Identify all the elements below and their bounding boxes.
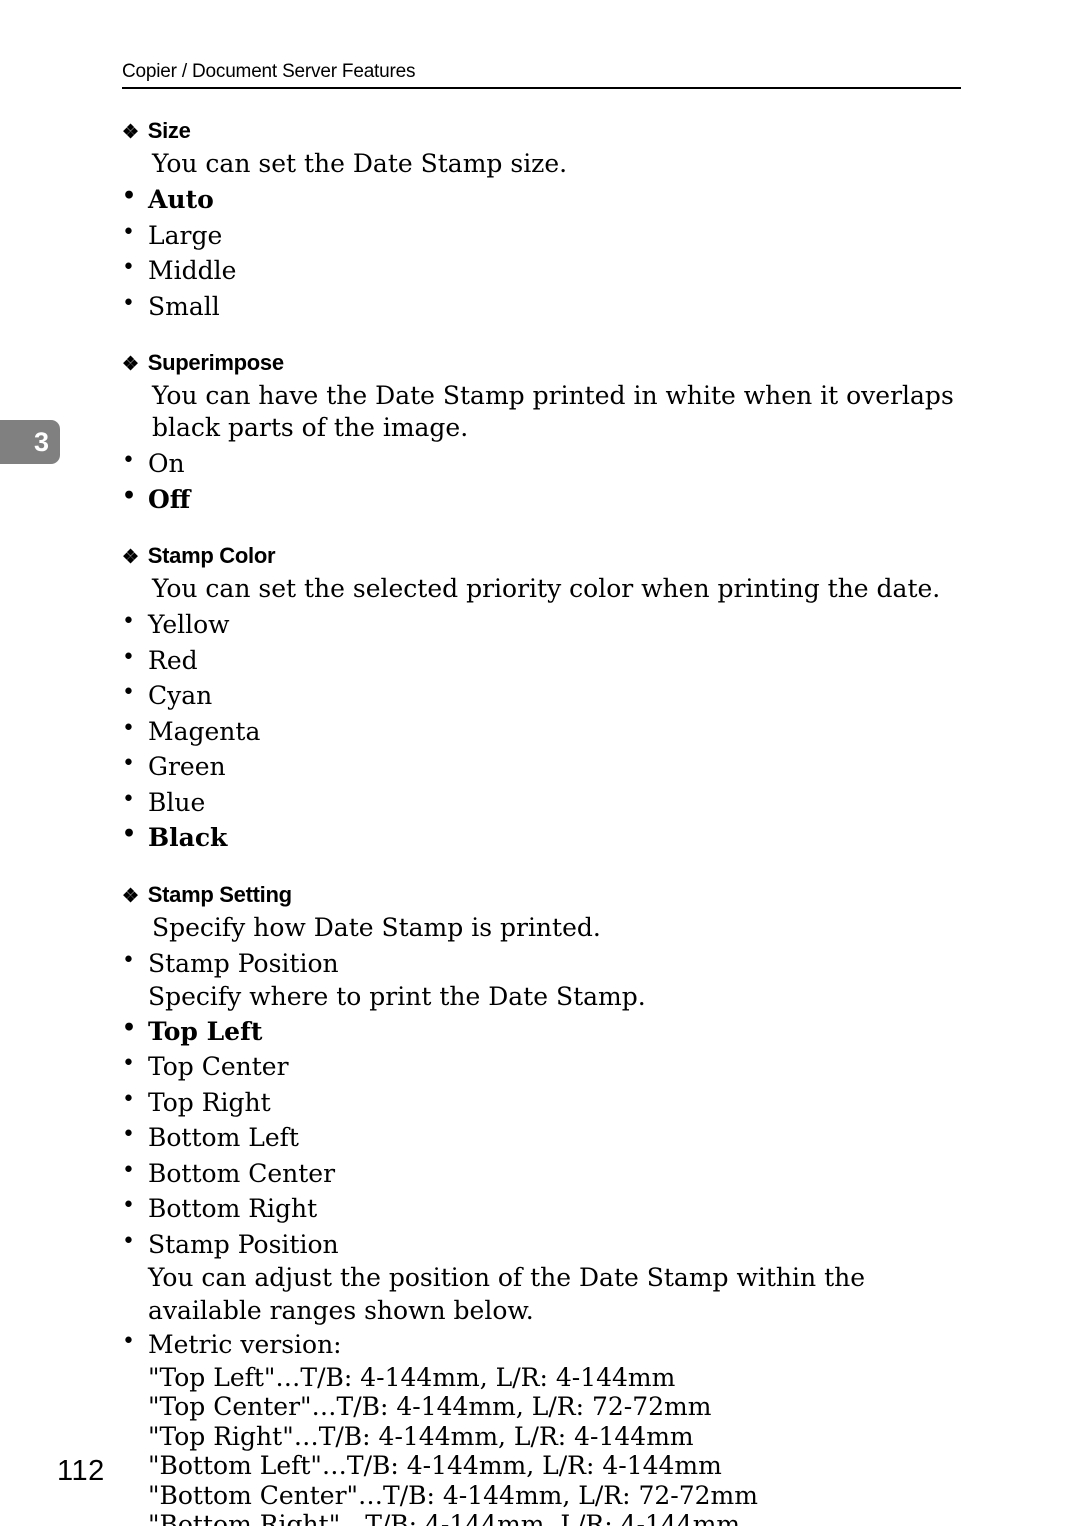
section-heading-size: ❖ Size [122, 118, 967, 144]
list-item: Green [122, 748, 967, 785]
metric-range-line: "Top Left"…T/B: 4-144mm, L/R: 4-144mm [148, 1362, 676, 1392]
list-item: Off [122, 481, 967, 518]
list-item: Magenta [122, 713, 967, 750]
list-item: Yellow [122, 606, 967, 643]
metric-range-list: "Top Left"…T/B: 4-144mm, L/R: 4-144mm "T… [148, 1363, 967, 1526]
header-title: Copier / Document Server Features [122, 61, 416, 82]
section-heading-superimpose: ❖ Superimpose [122, 350, 967, 376]
stamp-position-label: Stamp Position [148, 948, 339, 978]
list-item: Auto [122, 181, 967, 218]
chapter-tab: 3 [0, 420, 60, 464]
page-header: Copier / Document Server Features [122, 61, 962, 89]
stamp-position-options: Top Left Top Center Top Right Bottom Lef… [122, 1013, 967, 1227]
list-item: On [122, 445, 967, 482]
stamp-position-adjust-label: Stamp Position [148, 1229, 339, 1259]
metric-version-group: Metric version: "Top Left"…T/B: 4-144mm,… [122, 1326, 967, 1526]
diamond-icon: ❖ [122, 885, 139, 907]
metric-version-label: Metric version: [148, 1330, 342, 1359]
list-item: Stamp Position Specify where to print th… [122, 945, 967, 1014]
option-list-stamp-color: Yellow Red Cyan Magenta Green Blue Black [122, 606, 967, 856]
metric-range-line: "Bottom Center"…T/B: 4-144mm, L/R: 72-72… [148, 1480, 758, 1510]
list-item: Small [122, 288, 967, 325]
section-heading-label: Stamp Color [147, 543, 276, 568]
stamp-position-adjust-group: Stamp Position You can adjust the positi… [122, 1226, 967, 1328]
section-heading-label: Size [147, 118, 191, 143]
document-page: Copier / Document Server Features 3 ❖ Si… [0, 0, 1080, 1526]
section-heading-label: Stamp Setting [147, 881, 292, 907]
stamp-position-group: Stamp Position Specify where to print th… [122, 945, 967, 1014]
page-number: 112 [57, 1455, 105, 1487]
list-item: Red [122, 642, 967, 679]
metric-range-line: "Top Center"…T/B: 4-144mm, L/R: 72-72mm [148, 1392, 712, 1421]
list-item: Middle [122, 252, 967, 289]
metric-range-line: "Bottom Left"…T/B: 4-144mm, L/R: 4-144mm [148, 1451, 722, 1480]
metric-range-line: "Top Right"…T/B: 4-144mm, L/R: 4-144mm [148, 1421, 694, 1451]
page-content: ❖ Size You can set the Date Stamp size. … [122, 118, 967, 1526]
list-item: Blue [122, 784, 967, 821]
section-intro-stamp-color: You can set the selected priority color … [152, 574, 941, 603]
list-item: Stamp Position You can adjust the positi… [122, 1226, 967, 1328]
section-heading-label: Superimpose [147, 350, 284, 375]
list-item: Bottom Right [122, 1190, 967, 1227]
option-list-size: Auto Large Middle Small [122, 181, 967, 325]
list-item: Cyan [122, 677, 967, 714]
metric-range-line: "Bottom Right"…T/B: 4-144mm, L/R: 4-144m… [148, 1510, 741, 1526]
section-intro-stamp-setting: Specify how Date Stamp is printed. [152, 912, 601, 942]
list-item: Metric version: "Top Left"…T/B: 4-144mm,… [122, 1326, 967, 1526]
list-item: Large [122, 217, 967, 254]
section-heading-stamp-color: ❖ Stamp Color [122, 543, 967, 569]
header-divider [122, 86, 961, 89]
section-heading-stamp-setting: ❖ Stamp Setting [122, 882, 967, 908]
stamp-position-adjust-description: You can adjust the position of the Date … [148, 1263, 866, 1325]
list-item: Bottom Left [122, 1119, 967, 1156]
list-item: Black [122, 819, 967, 856]
list-item: Top Right [122, 1084, 967, 1121]
option-list-superimpose: On Off [122, 445, 967, 518]
diamond-icon: ❖ [122, 354, 139, 375]
list-item: Top Center [122, 1048, 967, 1085]
list-item: Bottom Center [122, 1155, 967, 1192]
section-intro-superimpose: You can have the Date Stamp printed in w… [152, 381, 954, 442]
diamond-icon: ❖ [122, 547, 139, 568]
section-intro-size: You can set the Date Stamp size. [152, 149, 568, 178]
stamp-position-description: Specify where to print the Date Stamp. [148, 982, 646, 1011]
diamond-icon: ❖ [122, 122, 139, 143]
chapter-number: 3 [33, 426, 49, 457]
list-item: Top Left [122, 1013, 967, 1050]
